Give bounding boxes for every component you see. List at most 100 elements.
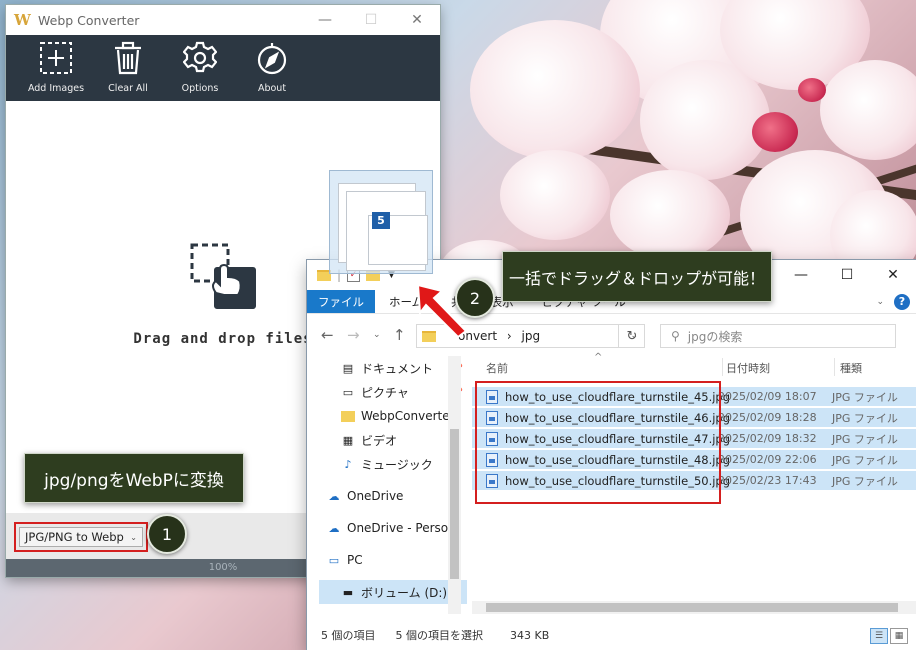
chevron-down-icon: ⌄ xyxy=(130,532,137,542)
folder-icon xyxy=(341,410,355,422)
sidebar-item-label: OneDrive xyxy=(347,489,404,503)
about-label: About xyxy=(257,83,287,94)
column-header-name[interactable]: 名前 xyxy=(486,360,508,376)
search-input[interactable]: ⚲ jpgの検索 xyxy=(660,324,896,348)
conversion-mode-select[interactable]: JPG/PNG to Webp ⌄ xyxy=(14,522,148,552)
image-file-icon xyxy=(486,452,498,467)
address-bar[interactable]: onvert › jpg ⌄ xyxy=(416,324,645,348)
up-arrow-icon[interactable]: ↑ xyxy=(393,326,406,344)
cloud-icon: ☁ xyxy=(328,489,340,503)
file-date: 2025/02/09 22:06 xyxy=(718,453,817,466)
conversion-mode-value: JPG/PNG to Webp xyxy=(25,530,124,544)
sidebar-item-pictures[interactable]: ▭ ピクチャ 📌 xyxy=(319,380,467,404)
selected-size: 343 KB xyxy=(510,629,550,642)
clear-all-button[interactable]: Clear All xyxy=(92,35,164,101)
sidebar-item-videos[interactable]: ▦ ビデオ xyxy=(319,428,467,452)
cloud-icon: ☁ xyxy=(328,521,340,535)
table-row[interactable]: how_to_use_cloudflare_turnstile_50.jpg 2… xyxy=(472,470,916,491)
file-list: ^ 名前 日付時刻 種類 how_to_use_cloudflare_turns… xyxy=(472,352,916,614)
drag-count-badge: 5 xyxy=(372,212,390,229)
file-name: how_to_use_cloudflare_turnstile_45.jpg xyxy=(505,389,731,404)
sidebar-item-webpconverter[interactable]: WebpConverter xyxy=(319,404,467,428)
document-icon: ▤ xyxy=(342,361,354,375)
table-row[interactable]: how_to_use_cloudflare_turnstile_45.jpg 2… xyxy=(472,386,916,407)
status-bar: 5 個の項目 5 個の項目を選択 343 KB ☰ ▦ xyxy=(307,620,916,650)
step-number-1: 1 xyxy=(147,514,187,554)
file-explorer-window: | ✓ ▼ — ☐ ✕ ファイル ホーム 共 表示 ピクチャ ツール ⌄ ? ←… xyxy=(307,260,916,650)
blossom xyxy=(610,170,730,260)
file-name: how_to_use_cloudflare_turnstile_47.jpg xyxy=(505,431,731,446)
sidebar-item-volume-d[interactable]: ▬ ボリューム (D:) xyxy=(319,580,467,604)
table-row[interactable]: how_to_use_cloudflare_turnstile_47.jpg 2… xyxy=(472,428,916,449)
file-date: 2025/02/09 18:28 xyxy=(718,411,817,424)
sidebar-item-label: ピクチャ xyxy=(361,385,409,400)
refresh-icon[interactable]: ↻ xyxy=(618,324,645,348)
file-type: JPG ファイル xyxy=(832,453,898,467)
converter-toolbar: Add Images Clear All Options About xyxy=(6,35,440,101)
scrollbar-thumb[interactable] xyxy=(486,603,898,612)
table-row[interactable]: how_to_use_cloudflare_turnstile_48.jpg 2… xyxy=(472,449,916,470)
explorer-close-button[interactable]: ✕ xyxy=(870,260,916,290)
horizontal-scrollbar[interactable] xyxy=(472,601,916,614)
pc-icon: ▭ xyxy=(328,553,340,567)
sidebar-item-documents[interactable]: ▤ ドキュメント 📌 xyxy=(319,356,467,380)
image-file-icon xyxy=(486,431,498,446)
maximize-button[interactable]: ☐ xyxy=(348,5,394,35)
breadcrumb-jpg[interactable]: jpg xyxy=(522,329,541,343)
file-date: 2025/02/09 18:07 xyxy=(718,390,817,403)
help-icon[interactable]: ? xyxy=(894,293,910,310)
details-view-icon[interactable]: ☰ xyxy=(870,628,888,644)
sidebar-item-pc[interactable]: ▭ PC xyxy=(319,548,467,572)
sidebar-item-label: WebpConverter xyxy=(361,409,455,423)
pictures-icon: ▭ xyxy=(342,385,354,399)
tab-file[interactable]: ファイル xyxy=(307,290,375,313)
options-button[interactable]: Options xyxy=(164,35,236,101)
scrollbar-thumb[interactable] xyxy=(450,429,459,579)
folder-icon xyxy=(422,330,436,342)
recent-dropdown-icon[interactable]: ⌄ xyxy=(373,330,381,340)
sidebar-item-label: OneDrive - Person xyxy=(347,521,456,535)
explorer-maximize-button[interactable]: ☐ xyxy=(824,260,870,290)
video-icon: ▦ xyxy=(342,433,354,447)
sidebar-item-onedrive[interactable]: ☁ OneDrive xyxy=(319,484,467,508)
file-name: how_to_use_cloudflare_turnstile_50.jpg xyxy=(505,473,731,488)
navigation-pane: ▤ ドキュメント 📌 ▭ ピクチャ 📌 WebpConverter ▦ ビデオ … xyxy=(319,356,467,614)
about-button[interactable]: About xyxy=(236,35,308,101)
minimize-button[interactable]: — xyxy=(302,5,348,35)
forward-arrow-icon[interactable]: → xyxy=(347,326,360,344)
sidebar-item-music[interactable]: ♪ ミュージック xyxy=(319,452,467,476)
drag-drop-icon xyxy=(190,243,256,309)
blossom xyxy=(470,20,640,160)
navigation-bar: ← → ⌄ ↑ onvert › jpg ⌄ ↻ ⚲ jpgの検索 xyxy=(307,322,916,352)
app-logo: W xyxy=(14,11,31,29)
trash-icon xyxy=(115,41,141,75)
blossom xyxy=(500,150,610,240)
callout-convert: jpg/pngをWebPに変換 xyxy=(24,453,244,503)
add-images-icon xyxy=(40,42,72,74)
sidebar-item-onedrive-personal[interactable]: ☁ OneDrive - Person xyxy=(319,516,467,540)
search-icon: ⚲ xyxy=(671,329,680,343)
column-divider[interactable] xyxy=(722,358,723,376)
ribbon-expand-icon[interactable]: ⌄ xyxy=(876,297,884,307)
breadcrumb-separator: › xyxy=(506,329,512,343)
drag-preview: 5 xyxy=(329,170,433,274)
column-header-date[interactable]: 日付時刻 xyxy=(726,360,770,376)
file-name: how_to_use_cloudflare_turnstile_48.jpg xyxy=(505,452,731,467)
breadcrumb-convert[interactable]: onvert xyxy=(458,329,497,343)
column-header-type[interactable]: 種類 xyxy=(840,360,862,376)
image-file-icon xyxy=(486,410,498,425)
close-button[interactable]: ✕ xyxy=(394,5,440,35)
converter-title-bar: W Webp Converter — ☐ ✕ xyxy=(6,5,440,35)
column-divider[interactable] xyxy=(834,358,835,376)
large-icons-view-icon[interactable]: ▦ xyxy=(890,628,908,644)
tab-home[interactable]: ホーム xyxy=(375,290,437,313)
explorer-minimize-button[interactable]: — xyxy=(778,260,824,290)
selected-count: 5 個の項目を選択 343 KB xyxy=(396,627,570,643)
add-images-button[interactable]: Add Images xyxy=(20,35,92,101)
table-row[interactable]: how_to_use_cloudflare_turnstile_46.jpg 2… xyxy=(472,407,916,428)
navigation-scrollbar[interactable] xyxy=(448,356,461,614)
blossom xyxy=(820,60,916,160)
music-icon: ♪ xyxy=(344,457,352,471)
back-arrow-icon[interactable]: ← xyxy=(321,326,334,344)
sidebar-item-label: ボリューム (D:) xyxy=(361,585,448,600)
